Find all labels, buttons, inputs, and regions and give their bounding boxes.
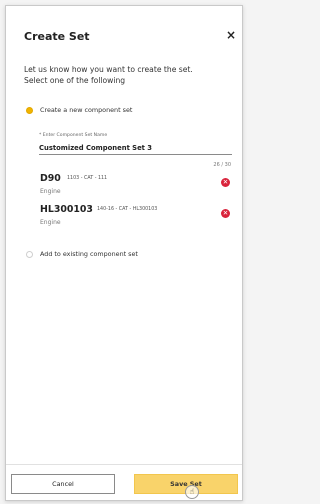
- dialog-title: Create Set: [24, 30, 90, 43]
- intro-line-2: Select one of the following: [24, 75, 126, 85]
- component-item: D90 1103 - CAT - 111 Engine ✕: [40, 173, 230, 203]
- option-create-new[interactable]: Create a new component set: [26, 104, 132, 116]
- character-counter: 26 / 30: [213, 162, 231, 168]
- radio-selected-icon[interactable]: [26, 106, 33, 114]
- component-id: D90: [40, 173, 61, 184]
- set-name-label: * Enter Component Set Name: [39, 133, 108, 138]
- hand-pointer-icon: ☝: [185, 485, 199, 499]
- component-type: Engine: [40, 188, 61, 195]
- intro-text: Let us know how you want to create the s…: [24, 65, 234, 86]
- set-name-input[interactable]: Customized Component Set 3: [39, 144, 152, 152]
- radio-unselected-icon[interactable]: [26, 250, 33, 258]
- option-add-existing[interactable]: Add to existing component set: [26, 248, 138, 260]
- component-desc: 140-16 - CAT - HL300103: [97, 207, 158, 212]
- create-set-dialog: Create Set × Let us know how you want to…: [5, 5, 243, 501]
- option-add-existing-label: Add to existing component set: [40, 250, 138, 258]
- dialog-header: Create Set ×: [6, 6, 242, 50]
- remove-icon[interactable]: ✕: [221, 178, 230, 187]
- component-id: HL300103: [40, 204, 93, 215]
- component-item: HL300103 140-16 - CAT - HL300103 Engine …: [40, 204, 230, 234]
- option-create-new-label: Create a new component set: [40, 106, 133, 114]
- component-desc: 1103 - CAT - 111: [67, 176, 108, 181]
- remove-icon[interactable]: ✕: [221, 209, 230, 218]
- cancel-button[interactable]: Cancel: [11, 474, 115, 494]
- set-name-underline: [39, 154, 232, 155]
- close-icon[interactable]: ×: [226, 29, 236, 41]
- component-type: Engine: [40, 219, 61, 226]
- intro-line-1: Let us know how you want to create the s…: [24, 65, 193, 74]
- footer-divider: [6, 464, 242, 465]
